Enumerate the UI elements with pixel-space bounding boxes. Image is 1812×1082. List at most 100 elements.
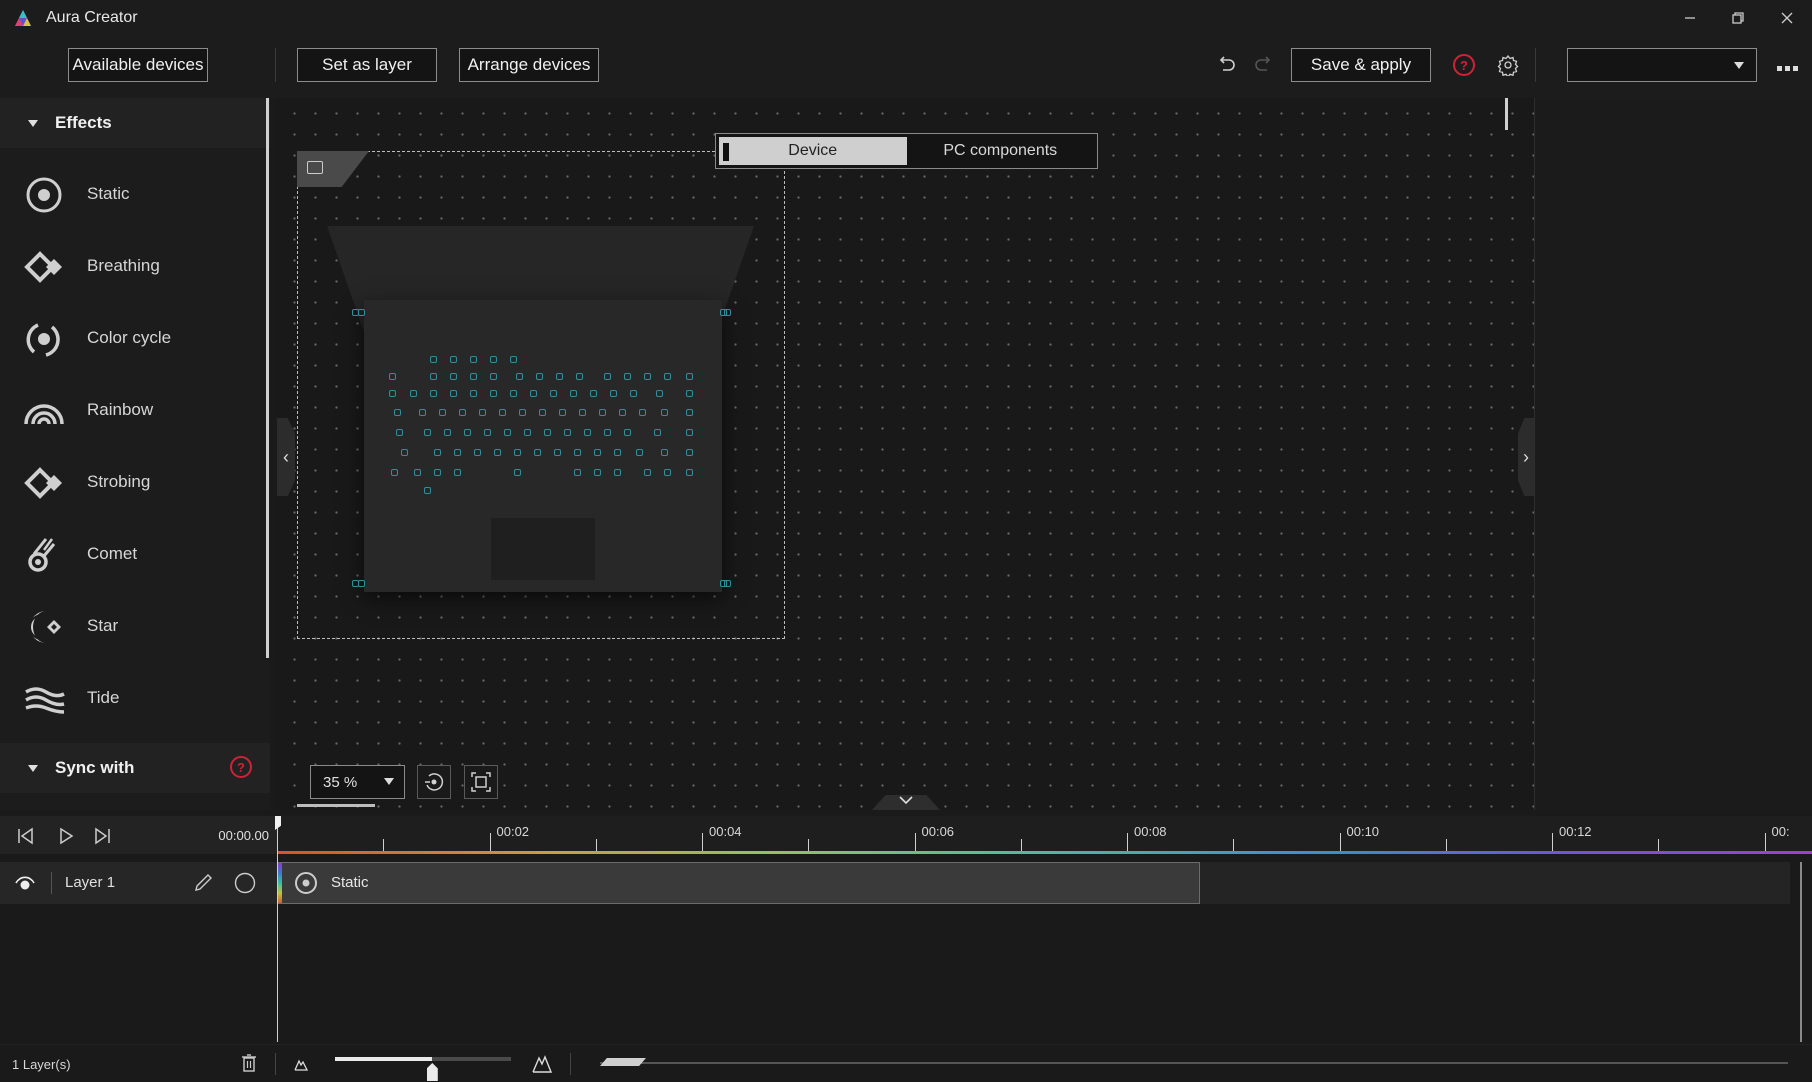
keyboard-led[interactable] bbox=[454, 449, 461, 456]
keyboard-led[interactable] bbox=[514, 449, 521, 456]
keyboard-led[interactable] bbox=[590, 390, 597, 397]
keyboard-led[interactable] bbox=[479, 409, 486, 416]
keyboard-led[interactable] bbox=[624, 429, 631, 436]
timeline-zoom-slider[interactable] bbox=[335, 1057, 511, 1081]
keyboard-led[interactable] bbox=[514, 469, 521, 476]
keyboard-led[interactable] bbox=[579, 409, 586, 416]
keyboard-led[interactable] bbox=[470, 390, 477, 397]
keyboard-led[interactable] bbox=[530, 390, 537, 397]
keyboard-led[interactable] bbox=[574, 449, 581, 456]
keyboard-led[interactable] bbox=[516, 373, 523, 380]
keyboard-led[interactable] bbox=[494, 449, 501, 456]
keyboard-led[interactable] bbox=[630, 390, 637, 397]
keyboard-led[interactable] bbox=[644, 373, 651, 380]
horizontal-scroll-thumb[interactable] bbox=[600, 1058, 646, 1066]
keyboard-led[interactable] bbox=[576, 373, 583, 380]
timeline-vertical-scrollbar[interactable] bbox=[1800, 862, 1802, 1042]
skip-to-end-icon[interactable] bbox=[92, 826, 112, 846]
redo-button[interactable] bbox=[1251, 52, 1277, 78]
edit-pencil-icon[interactable] bbox=[192, 872, 214, 894]
keyboard-led[interactable] bbox=[639, 409, 646, 416]
keyboard-led[interactable] bbox=[391, 469, 398, 476]
keyboard-led[interactable] bbox=[604, 373, 611, 380]
zoom-level-dropdown[interactable]: 35 % bbox=[310, 765, 405, 799]
keyboard-led[interactable] bbox=[614, 449, 621, 456]
keyboard-led[interactable] bbox=[661, 449, 668, 456]
keyboard-led[interactable] bbox=[686, 429, 693, 436]
layer-row[interactable]: Layer 1 bbox=[0, 862, 277, 904]
close-button[interactable] bbox=[1772, 6, 1802, 30]
play-icon[interactable] bbox=[56, 826, 76, 846]
keyboard-led[interactable] bbox=[556, 373, 563, 380]
sidebar-scrollbar[interactable] bbox=[266, 98, 269, 658]
collapse-left-panel-button[interactable]: ‹ bbox=[277, 418, 295, 496]
save-apply-button[interactable]: Save & apply bbox=[1291, 48, 1431, 82]
effect-color-cycle[interactable]: Color cycle bbox=[0, 302, 266, 374]
keyboard-led[interactable] bbox=[686, 449, 693, 456]
arrange-devices-button[interactable]: Arrange devices bbox=[459, 48, 599, 82]
keyboard-led[interactable] bbox=[550, 390, 557, 397]
available-devices-button[interactable]: Available devices bbox=[68, 48, 208, 82]
keyboard-led[interactable] bbox=[444, 429, 451, 436]
keyboard-led[interactable] bbox=[490, 373, 497, 380]
keyboard-led[interactable] bbox=[419, 409, 426, 416]
keyboard-led[interactable] bbox=[490, 356, 497, 363]
keyboard-led[interactable] bbox=[536, 373, 543, 380]
keyboard-led[interactable] bbox=[559, 409, 566, 416]
keyboard-led[interactable] bbox=[434, 469, 441, 476]
delete-trash-icon[interactable] bbox=[240, 1053, 258, 1073]
layer-color-circle-icon[interactable] bbox=[234, 872, 256, 894]
keyboard-led[interactable] bbox=[686, 409, 693, 416]
keyboard-led[interactable] bbox=[584, 429, 591, 436]
keyboard-led[interactable] bbox=[594, 449, 601, 456]
keyboard-led[interactable] bbox=[619, 409, 626, 416]
keyboard-led[interactable] bbox=[510, 356, 517, 363]
keyboard-led[interactable] bbox=[686, 469, 693, 476]
keyboard-led[interactable] bbox=[510, 390, 517, 397]
help-button[interactable]: ? bbox=[1453, 54, 1475, 76]
keyboard-led[interactable] bbox=[358, 580, 365, 587]
keyboard-led[interactable] bbox=[484, 429, 491, 436]
keyboard-led[interactable] bbox=[661, 409, 668, 416]
effect-breathing[interactable]: Breathing bbox=[0, 230, 266, 302]
settings-button[interactable] bbox=[1495, 52, 1521, 78]
expand-right-panel-button[interactable]: › bbox=[1518, 418, 1534, 496]
effect-strobing[interactable]: Strobing bbox=[0, 446, 266, 518]
keyboard-led[interactable] bbox=[450, 390, 457, 397]
keyboard-led[interactable] bbox=[724, 309, 731, 316]
keyboard-led[interactable] bbox=[450, 356, 457, 363]
keyboard-led[interactable] bbox=[654, 429, 661, 436]
keyboard-led[interactable] bbox=[459, 409, 466, 416]
keyboard-led[interactable] bbox=[430, 390, 437, 397]
keyboard-led[interactable] bbox=[389, 390, 396, 397]
keyboard-led[interactable] bbox=[490, 390, 497, 397]
keyboard-led[interactable] bbox=[519, 409, 526, 416]
effect-clip-static[interactable]: Static bbox=[277, 862, 1200, 904]
undo-button[interactable] bbox=[1213, 52, 1239, 78]
timeline-horizontal-scrollbar[interactable] bbox=[600, 1062, 1788, 1064]
keyboard-led[interactable] bbox=[470, 373, 477, 380]
keyboard-led[interactable] bbox=[604, 429, 611, 436]
keyboard-led[interactable] bbox=[539, 409, 546, 416]
keyboard-led[interactable] bbox=[570, 390, 577, 397]
effects-section-header[interactable]: Effects bbox=[0, 98, 270, 148]
keyboard-led[interactable] bbox=[614, 469, 621, 476]
keyboard-led[interactable] bbox=[450, 373, 457, 380]
keyboard-led[interactable] bbox=[624, 373, 631, 380]
keyboard-led[interactable] bbox=[464, 429, 471, 436]
minimize-button[interactable] bbox=[1675, 6, 1705, 30]
keyboard-led[interactable] bbox=[686, 373, 693, 380]
timeline-ruler[interactable]: 00:02 00:04 00:06 00:08 00:10 00:12 00: bbox=[277, 816, 1812, 854]
canvas-vertical-scrollbar[interactable] bbox=[1505, 98, 1508, 130]
keyboard-led[interactable] bbox=[574, 469, 581, 476]
set-as-layer-button[interactable]: Set as layer bbox=[297, 48, 437, 82]
keyboard-led[interactable] bbox=[544, 429, 551, 436]
keyboard-led[interactable] bbox=[610, 390, 617, 397]
sync-help-button[interactable]: ? bbox=[230, 756, 252, 778]
keyboard-led[interactable] bbox=[524, 429, 531, 436]
reset-view-button[interactable] bbox=[417, 765, 451, 799]
keyboard-led[interactable] bbox=[656, 390, 663, 397]
keyboard-led[interactable] bbox=[636, 449, 643, 456]
keyboard-led[interactable] bbox=[401, 449, 408, 456]
keyboard-led[interactable] bbox=[554, 449, 561, 456]
